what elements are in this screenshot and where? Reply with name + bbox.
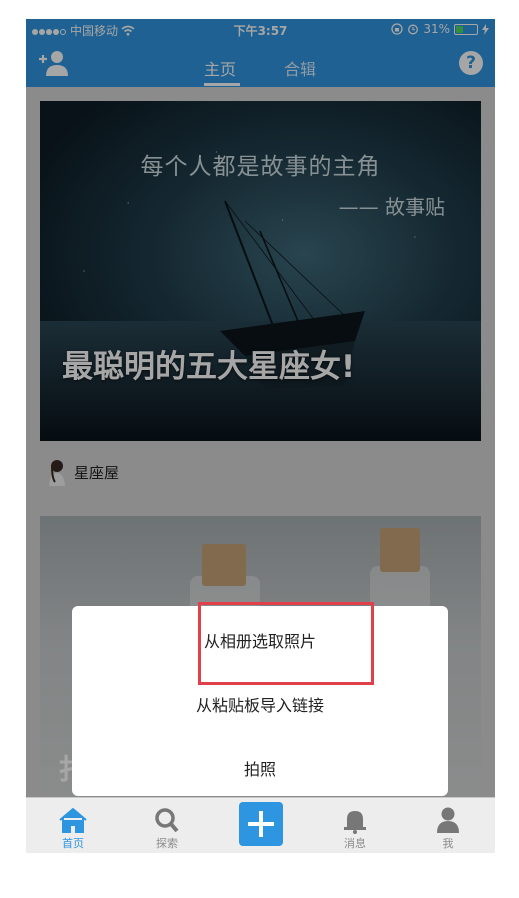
tab-bar-label: 探索	[156, 837, 178, 850]
tab-bar-home[interactable]: 首页	[26, 798, 120, 853]
highlight-box	[198, 602, 374, 685]
add-button[interactable]	[239, 802, 283, 846]
user-icon	[437, 807, 459, 833]
import-link-from-clipboard-button[interactable]: 从粘贴板导入链接	[72, 692, 448, 716]
home-icon	[59, 807, 87, 833]
bell-icon	[344, 811, 366, 834]
bottom-tab-bar: 首页 探索 消息 我	[26, 797, 495, 853]
plus-icon	[248, 811, 274, 837]
tab-bar-label: 首页	[62, 837, 84, 850]
tab-bar-messages[interactable]: 消息	[308, 798, 402, 853]
tab-bar-add[interactable]	[214, 798, 308, 853]
search-icon	[155, 808, 179, 833]
tab-bar-me[interactable]: 我	[401, 798, 495, 853]
tab-bar-explore[interactable]: 探索	[120, 798, 214, 853]
tab-bar-label: 消息	[344, 837, 366, 850]
tab-bar-label: 我	[442, 837, 454, 850]
phone-screen: 中国移动 下午3:57 31% 主页 合辑 ? 每个人都是故事的主角 —— 故事…	[26, 19, 495, 853]
take-photo-button[interactable]: 拍照	[72, 756, 448, 780]
